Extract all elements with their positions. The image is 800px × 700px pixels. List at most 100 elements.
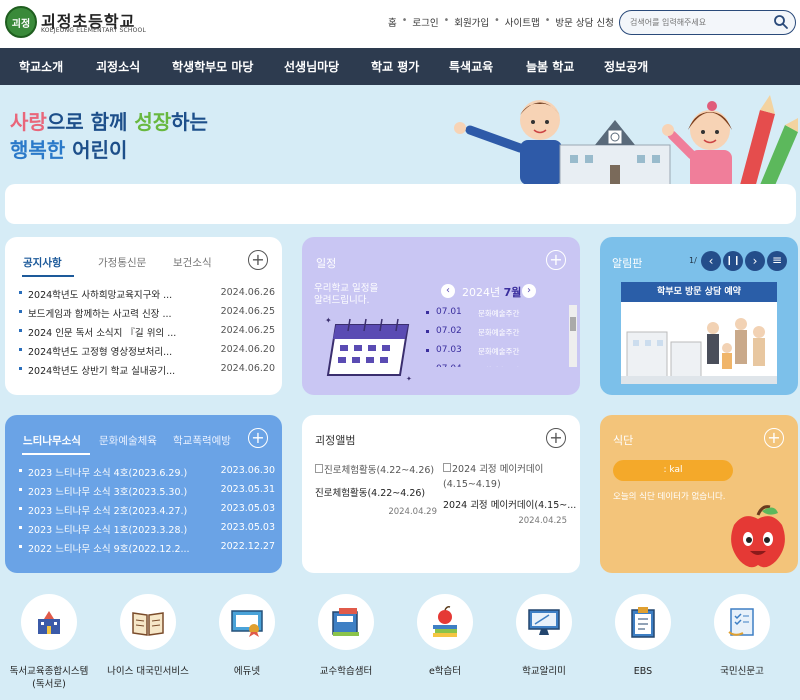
main-nav: 학교소개 괴정소식 학생학부모 마당 선생님마당 학교 평가 특색교육 늘봄 학… xyxy=(0,48,800,85)
quick-link[interactable]: 국민신문고 xyxy=(709,594,775,678)
login-link[interactable]: 로그인 xyxy=(412,15,438,29)
bullet-icon xyxy=(19,545,22,548)
bulletin-pause-button[interactable]: ❙❙ xyxy=(723,251,743,271)
quick-link-label[interactable]: EBS xyxy=(610,665,676,678)
list-item-title[interactable]: 2024학년도 고정형 영상정보처리... xyxy=(28,344,208,358)
logo-text: 괴정 xyxy=(11,18,31,30)
quick-link-label[interactable]: 학교알리미 xyxy=(511,665,577,678)
nav-school-intro[interactable]: 학교소개 xyxy=(19,58,63,75)
quick-link-label[interactable]: 독서교육종합시스템 (독서로) xyxy=(0,665,99,691)
home-link[interactable]: 홈 xyxy=(388,15,397,29)
clipboard-icon[interactable] xyxy=(615,594,671,650)
list-item[interactable]: 2023 느티나무 소식 1호(2023.3.28.) 2023.05.03 xyxy=(19,520,275,539)
quick-link[interactable]: 에듀넷 xyxy=(214,594,280,678)
nav-school-eval[interactable]: 학교 평가 xyxy=(371,58,419,75)
nav-neulbom[interactable]: 늘봄 학교 xyxy=(526,58,574,75)
bullet-icon xyxy=(426,349,429,352)
quick-link[interactable]: 독서교육종합시스템 (독서로) xyxy=(0,594,99,691)
list-item[interactable]: 2023 느티나무 소식 4호(2023.6.29.) 2023.06.30 xyxy=(19,463,275,482)
meal-more-button[interactable]: + xyxy=(764,428,784,448)
certificate-icon[interactable] xyxy=(219,594,275,650)
nav-teacher[interactable]: 선생님마당 xyxy=(284,58,339,75)
quick-link[interactable]: 나이스 대국민서비스 xyxy=(103,594,193,678)
list-item-title[interactable]: 2024학년도 사하희망교육지구와 ... xyxy=(28,287,208,301)
document-scroll-icon[interactable] xyxy=(714,594,770,650)
schedule-item[interactable]: 07.02 문화예술주간 xyxy=(426,324,566,343)
search-icon[interactable] xyxy=(773,14,789,30)
school-english-name: KOEJEONG ELEMENTARY SCHOOL xyxy=(41,27,146,34)
quick-link[interactable]: e학습터 xyxy=(412,594,478,678)
schedule-scrollbar[interactable] xyxy=(569,305,577,367)
signup-link[interactable]: 회원가입 xyxy=(454,15,489,29)
parents-consult-illustration xyxy=(621,318,777,384)
list-item[interactable]: 2023 느티나무 소식 3호(2023.5.30.) 2023.05.31 xyxy=(19,482,275,501)
list-item[interactable]: 2024 인문 독서 소식지 『길 위의 ... 2024.06.25 xyxy=(19,323,275,342)
monitor-icon[interactable] xyxy=(516,594,572,650)
list-item-title[interactable]: 2023 느티나무 소식 4호(2023.6.29.) xyxy=(28,465,208,479)
schedule-more-button[interactable]: + xyxy=(546,250,566,270)
tab-health-news[interactable]: 보건소식 xyxy=(173,255,212,270)
bullet-icon xyxy=(19,310,22,313)
notice-more-button[interactable]: + xyxy=(248,250,268,270)
school-logo[interactable]: 괴정 xyxy=(5,6,37,38)
list-item-title[interactable]: 2023 느티나무 소식 1호(2023.3.28.) xyxy=(28,522,208,536)
tab-violence-prevention[interactable]: 학교폭력예방 xyxy=(173,433,231,448)
album-more-button[interactable]: + xyxy=(546,428,566,448)
list-item-title[interactable]: 2024 인문 독서 소식지 『길 위의 ... xyxy=(28,325,208,339)
list-item[interactable]: 2024학년도 고정형 영상정보처리... 2024.06.20 xyxy=(19,342,275,361)
list-item-title[interactable]: 2023 느티나무 소식 2호(2023.4.27.) xyxy=(28,503,208,517)
bullet-icon xyxy=(19,329,22,332)
prev-month-button[interactable]: ‹ xyxy=(441,284,455,298)
schedule-item[interactable]: 07.03 문화예술주간 xyxy=(426,343,566,362)
sitemap-link[interactable]: 사이트맵 xyxy=(505,15,540,29)
next-month-button[interactable]: › xyxy=(522,284,536,298)
list-item-title[interactable]: 보드게임과 함께하는 사고력 신장 ... xyxy=(28,306,208,320)
nav-info-disclosure[interactable]: 정보공개 xyxy=(604,58,648,75)
books-icon[interactable] xyxy=(318,594,374,650)
album-item[interactable]: 진로체험활동(4.22~4.26) 진로체험활동(4.22~4.26) 2024… xyxy=(315,462,437,517)
list-item[interactable]: 2024학년도 상반기 학교 실내공기... 2024.06.20 xyxy=(19,361,275,380)
list-item-title[interactable]: 2023 느티나무 소식 3호(2023.5.30.) xyxy=(28,484,208,498)
bulletin-next-button[interactable]: › xyxy=(745,251,765,271)
nav-special-edu[interactable]: 특색교육 xyxy=(449,58,493,75)
list-item[interactable]: 2023 느티나무 소식 2호(2023.4.27.) 2023.05.03 xyxy=(19,501,275,520)
schedule-list[interactable]: 07.01 문화예술주간 07.02 문화예술주간 07.03 문화예술주간 07.04 문화… xyxy=(426,305,566,367)
open-book-icon[interactable] xyxy=(120,594,176,650)
schedule-item[interactable]: 07.04 문화예술주간 xyxy=(426,362,566,367)
list-item-title[interactable]: 2024학년도 상반기 학교 실내공기... xyxy=(28,363,208,377)
bulletin-list-button[interactable]: ≡ xyxy=(767,251,787,271)
apple-books-icon[interactable] xyxy=(417,594,473,650)
schedule-title: 일정 xyxy=(316,257,337,270)
list-item[interactable]: 보드게임과 함께하는 사고력 신장 ... 2024.06.25 xyxy=(19,304,275,323)
list-item[interactable]: 2022 느티나무 소식 9호(2022.12.2... 2022.12.27 xyxy=(19,539,275,558)
quick-link-label[interactable]: 에듀넷 xyxy=(214,665,280,678)
quick-link[interactable]: EBS xyxy=(610,594,676,678)
quick-link-label[interactable]: 교수학습샘터 xyxy=(313,665,379,678)
tab-culture-arts[interactable]: 문화예술체육 xyxy=(99,433,157,448)
bulletin-prev-button[interactable]: ‹ xyxy=(701,251,721,271)
quick-link[interactable]: 학교알리미 xyxy=(511,594,577,678)
neuti-list: 2023 느티나무 소식 4호(2023.6.29.) 2023.06.30 202… xyxy=(19,463,275,558)
bullet-icon xyxy=(19,488,22,491)
bullet-icon xyxy=(426,311,429,314)
neuti-news-card: 느티나무소식 문화예술체육 학교폭력예방 + 2023 느티나무 소식 4호(2… xyxy=(5,415,282,573)
nav-school-news[interactable]: 괴정소식 xyxy=(96,58,140,75)
tab-home-letter[interactable]: 가정통신문 xyxy=(98,255,146,270)
quick-link-label[interactable]: 국민신문고 xyxy=(709,665,775,678)
album-item[interactable]: 2024 괴정 메이커데이 (4.15~4.19) 2024 괴정 메이커데이(… xyxy=(443,462,576,526)
list-item[interactable]: 2024학년도 사하희망교육지구와 ... 2024.06.26 xyxy=(19,285,275,304)
neuti-more-button[interactable]: + xyxy=(248,428,268,448)
hero-illustration xyxy=(454,95,798,190)
nav-student-parent[interactable]: 학생학부모 마당 xyxy=(172,58,253,75)
bulletin-banner[interactable]: 학부모 방문 상담 예약 xyxy=(621,282,777,384)
schedule-item[interactable]: 07.01 문화예술주간 xyxy=(426,305,566,324)
quick-link[interactable]: 교수학습샘터 xyxy=(313,594,379,678)
search-input[interactable] xyxy=(630,16,770,29)
tab-neuti-news[interactable]: 느티나무소식 xyxy=(23,433,81,448)
quick-link-label[interactable]: e학습터 xyxy=(412,665,478,678)
school-building-icon[interactable] xyxy=(21,594,77,650)
list-item-title[interactable]: 2022 느티나무 소식 9호(2022.12.2... xyxy=(28,541,208,555)
visit-consult-link[interactable]: 방문 상담 신청 xyxy=(555,15,613,29)
quick-link-label[interactable]: 나이스 대국민서비스 xyxy=(103,665,193,678)
tab-notice[interactable]: 공지사항 xyxy=(23,255,62,270)
